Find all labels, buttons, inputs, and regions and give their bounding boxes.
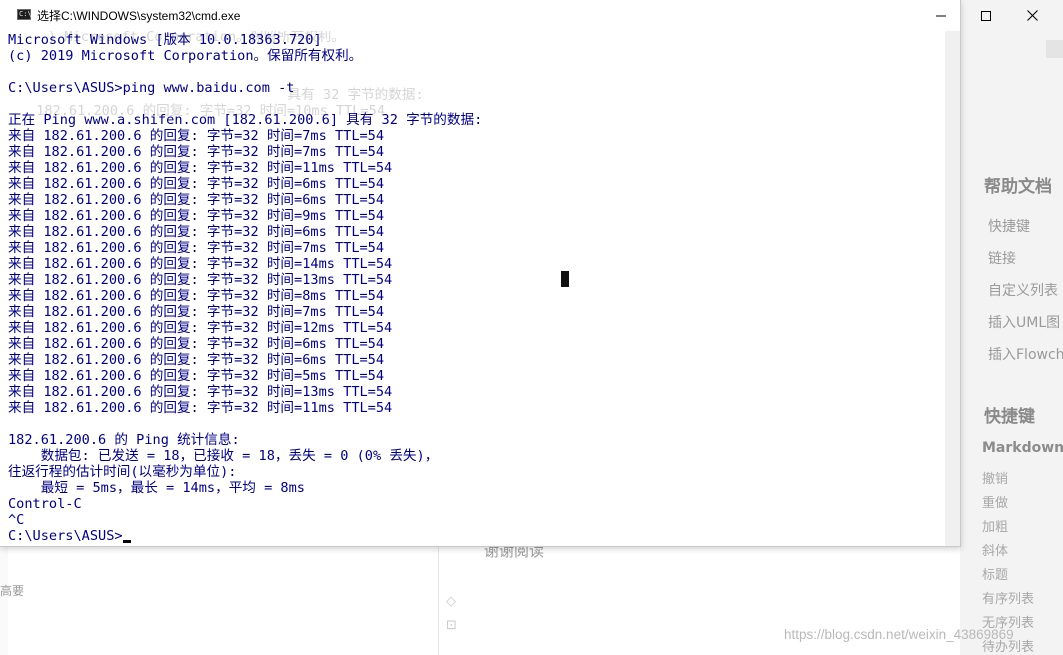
sidebar-edge-tab (1046, 40, 1063, 58)
console-line: C:\Users\ASUS>ping www.baidu.com -t (8, 80, 295, 96)
console-line: Control-C (8, 496, 82, 512)
console-line: 来自 182.61.200.6 的回复: 字节=32 时间=5ms TTL=54 (8, 368, 385, 384)
background-editor-tool-icons: ◇ ⊡ (446, 594, 457, 633)
console-line: 来自 182.61.200.6 的回复: 字节=32 时间=9ms TTL=54 (8, 208, 385, 224)
background-help-sidebar: 帮助文档 快捷键 链接 自定义列表 插入UML图 插入Flowch 快捷键 Ma… (960, 0, 1063, 655)
sidebar-shortcut-redo: 重做 (982, 496, 1009, 511)
close-icon (1026, 10, 1038, 21)
sidebar-item-shortcuts[interactable]: 快捷键 (988, 216, 1030, 236)
console-line: (c) 2019 Microsoft Corporation。保留所有权利。 (8, 48, 363, 64)
console-line: 来自 182.61.200.6 的回复: 字节=32 时间=7ms TTL=54 (8, 128, 385, 144)
console-line: 来自 182.61.200.6 的回复: 字节=32 时间=7ms TTL=54 (8, 304, 385, 320)
sidebar-shortcut-ordered-list: 有序列表 (982, 592, 1035, 607)
cmd-app-icon[interactable]: C:\ (17, 9, 32, 20)
cmd-window[interactable]: C:\ 选择C:\WINDOWS\system32\cmd.exe ) Micr… (0, 0, 1038, 547)
sidebar-item-uml[interactable]: 插入UML图 (988, 312, 1060, 332)
background-left-fragment-2: 高要 (0, 584, 25, 598)
console-line: 来自 182.61.200.6 的回复: 字节=32 时间=6ms TTL=54 (8, 336, 385, 352)
minimize-icon (936, 15, 946, 16)
console-line: 数据包: 已发送 = 18，已接收 = 18，丢失 = 0 (0% 丢失)， (8, 448, 439, 464)
console-line: 来自 182.61.200.6 的回复: 字节=32 时间=6ms TTL=54 (8, 224, 385, 240)
sidebar-markdown-title: Markdown (982, 440, 1063, 456)
sidebar-shortcut-heading: 标题 (982, 568, 1009, 583)
console-prompt-line[interactable]: C:\Users\ASUS> (8, 528, 482, 544)
console-line: ^C (8, 512, 25, 528)
console-prompt: C:\Users\ASUS> (8, 528, 123, 544)
maximize-icon (981, 10, 991, 21)
console-scrollbar[interactable] (945, 31, 960, 546)
sidebar-item-flowchart[interactable]: 插入Flowch (988, 344, 1063, 364)
console-line: 来自 182.61.200.6 的回复: 字节=32 时间=8ms TTL=54 (8, 288, 385, 304)
console-line: 来自 182.61.200.6 的回复: 字节=32 时间=6ms TTL=54 (8, 352, 385, 368)
close-button[interactable] (1009, 0, 1055, 31)
console-line: 来自 182.61.200.6 的回复: 字节=32 时间=13ms TTL=5… (8, 272, 393, 288)
console-line: 来自 182.61.200.6 的回复: 字节=32 时间=14ms TTL=5… (8, 256, 393, 272)
sidebar-item-custom-list[interactable]: 自定义列表 (988, 280, 1058, 300)
sidebar-shortcut-undo: 撤销 (982, 472, 1009, 487)
console-line: 来自 182.61.200.6 的回复: 字节=32 时间=11ms TTL=5… (8, 400, 393, 416)
console-output[interactable]: ) Microsoft Corporation。保留所有权利。 具有 32 字节… (8, 31, 948, 546)
title-bar[interactable]: C:\ 选择C:\WINDOWS\system32\cmd.exe (0, 0, 1038, 31)
console-line: 来自 182.61.200.6 的回复: 字节=32 时间=11ms TTL=5… (8, 160, 393, 176)
console-line: Microsoft Windows [版本 10.0.18363.720] (8, 32, 322, 48)
console-line: 来自 182.61.200.6 的回复: 字节=32 时间=12ms TTL=5… (8, 320, 393, 336)
console-line: 最短 = 5ms，最长 = 14ms，平均 = 8ms (8, 480, 305, 496)
console-line: 来自 182.61.200.6 的回复: 字节=32 时间=13ms TTL=5… (8, 384, 393, 400)
console-line: 正在 Ping www.a.shifen.com [182.61.200.6] … (8, 112, 483, 128)
sidebar-help-title: 帮助文档 (984, 177, 1052, 197)
console-line: 来自 182.61.200.6 的回复: 字节=32 时间=7ms TTL=54 (8, 144, 385, 160)
console-line: 来自 182.61.200.6 的回复: 字节=32 时间=7ms TTL=54 (8, 240, 385, 256)
maximize-button[interactable] (963, 0, 1009, 31)
sidebar-item-links[interactable]: 链接 (988, 248, 1016, 268)
console-line: 来自 182.61.200.6 的回复: 字节=32 时间=6ms TTL=54 (8, 176, 385, 192)
text-cursor (122, 540, 131, 543)
console-line: 往返行程的估计时间(以毫秒为单位): (8, 464, 237, 480)
csdn-watermark: https://blog.csdn.net/weixin_43869869 (784, 627, 1014, 642)
console-line: 182.61.200.6 的 Ping 统计信息: (8, 432, 240, 448)
sidebar-shortcut-italic: 斜体 (982, 544, 1009, 559)
sidebar-shortcut-bold: 加粗 (982, 520, 1009, 535)
window-title: 选择C:\WINDOWS\system32\cmd.exe (37, 9, 241, 23)
console-text: Microsoft Windows [版本 10.0.18363.720] (c)… (8, 32, 482, 544)
mouse-text-cursor (561, 271, 569, 287)
sidebar-shortcut-title: 快捷键 (984, 407, 1035, 427)
minimize-button[interactable] (918, 0, 964, 31)
console-line: 来自 182.61.200.6 的回复: 字节=32 时间=6ms TTL=54 (8, 192, 385, 208)
